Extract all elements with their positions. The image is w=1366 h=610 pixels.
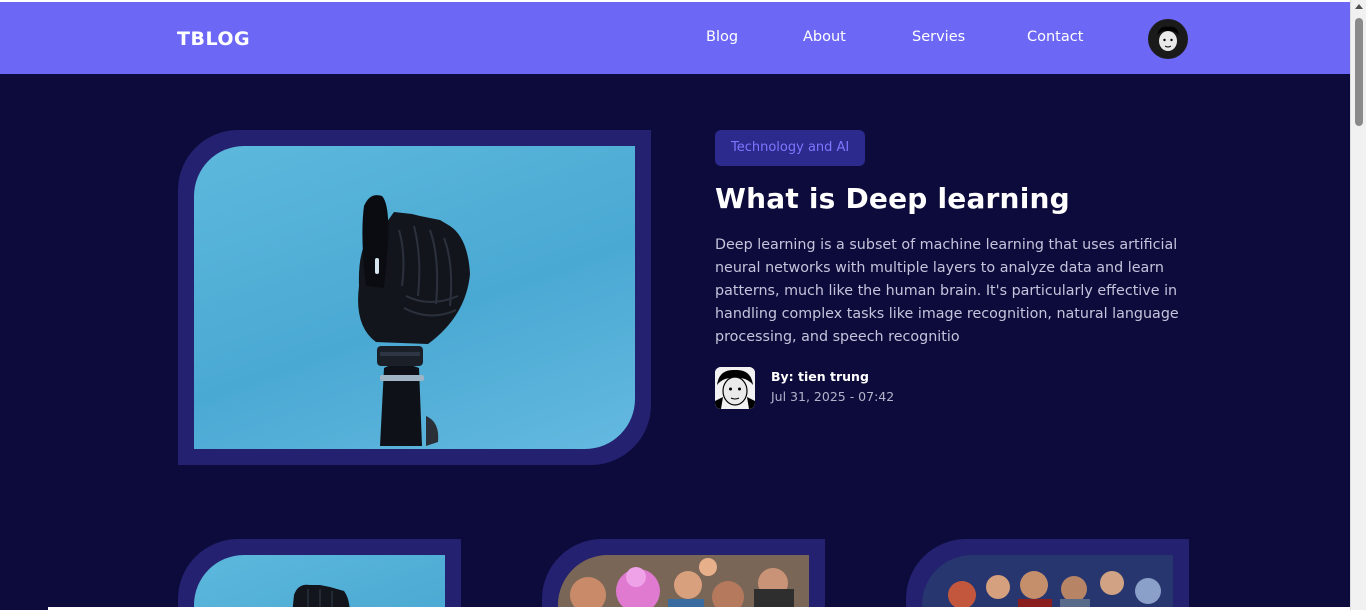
top-navbar: TBLOG Blog About Servies Contact	[0, 0, 1350, 74]
nav-link-about[interactable]: About	[803, 29, 846, 45]
post-description: Deep learning is a subset of machine lea…	[715, 237, 1179, 345]
vertical-scrollbar[interactable]	[1350, 0, 1366, 610]
user-avatar-icon[interactable]	[1148, 19, 1188, 59]
nav-link-services[interactable]: Servies	[912, 29, 965, 45]
author-name[interactable]: By: tien trung	[771, 369, 869, 384]
post-card-image[interactable]	[922, 555, 1173, 610]
featured-post-image[interactable]	[194, 146, 635, 449]
post-card-image[interactable]	[558, 555, 809, 610]
post-card-image[interactable]	[194, 555, 445, 610]
scroll-up-icon[interactable]	[1355, 4, 1363, 9]
post-date: Jul 31, 2025 - 07:42	[771, 389, 895, 404]
post-title[interactable]: What is Deep learning	[715, 182, 1070, 215]
category-tag[interactable]: Technology and AI	[715, 130, 866, 166]
nav-link-blog[interactable]: Blog	[706, 29, 738, 45]
nav-link-contact[interactable]: Contact	[1027, 29, 1083, 45]
author-avatar	[715, 367, 755, 409]
scrollbar-thumb[interactable]	[1355, 18, 1363, 126]
